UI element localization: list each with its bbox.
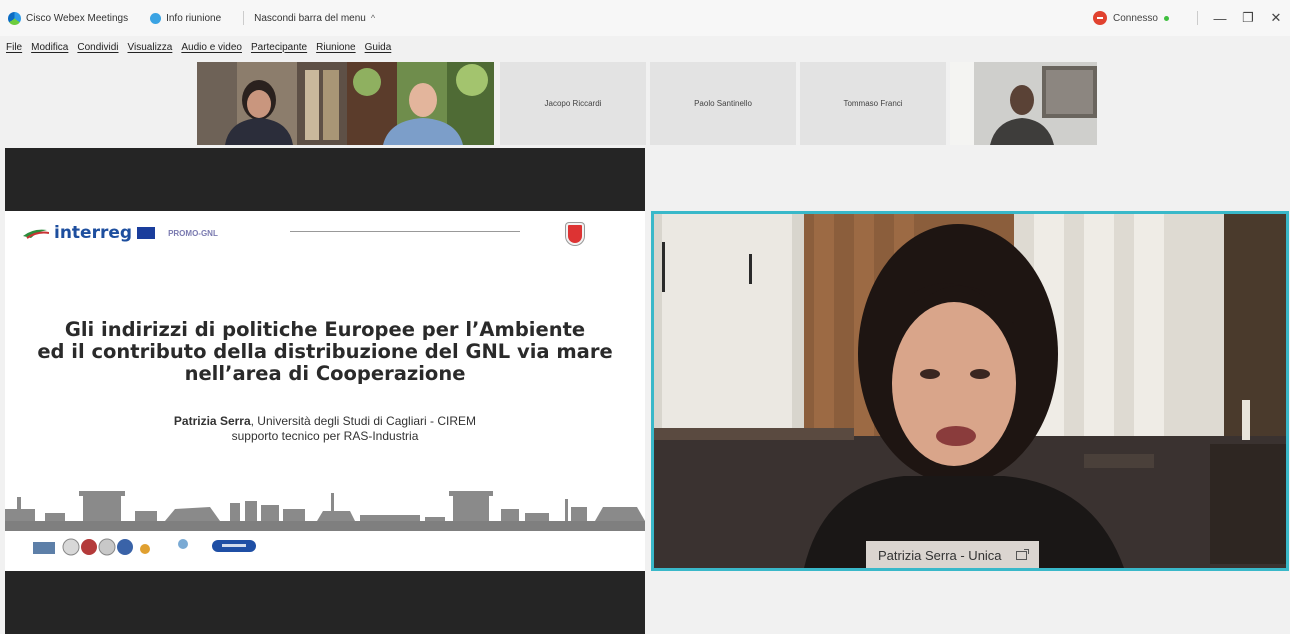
slide-title-line-1: Gli indirizzi di politiche Europee per l… [64, 318, 586, 341]
title-bar: Cisco Webex Meetings Info riunione Nasco… [0, 0, 1290, 36]
menu-visualizza[interactable]: Visualizza [128, 42, 173, 53]
app-title: Cisco Webex Meetings [8, 11, 129, 25]
participant-video-1[interactable] [197, 62, 347, 145]
meeting-info-button[interactable]: Info riunione [150, 12, 222, 24]
popout-icon[interactable] [1015, 548, 1029, 560]
connection-indicator-icon [1164, 15, 1169, 21]
menu-bar: File Modifica Condividi Visualizza Audio… [0, 36, 400, 58]
menu-partecipante[interactable]: Partecipante [251, 42, 307, 53]
connection-label: Connesso [1112, 12, 1158, 24]
menu-riunione[interactable]: Riunione [316, 42, 355, 53]
menu-file[interactable]: File [6, 42, 22, 53]
window-controls-divider [1197, 11, 1198, 25]
minimize-button[interactable]: — [1206, 11, 1234, 26]
eu-flag-icon [137, 227, 156, 239]
slide-title-line-2: ed il contributo della distribuzione del… [37, 340, 613, 363]
author-affiliation: , Università degli Studi di Cagliari - C… [250, 414, 477, 428]
menu-modifica[interactable]: Modifica [31, 42, 68, 53]
menu-audio-video[interactable]: Audio e video [181, 42, 242, 53]
partner-logos [33, 538, 188, 556]
shared-slide[interactable]: interreg PROMO-GNL Gli indirizzi di poli… [5, 211, 645, 571]
active-speaker-image [654, 214, 1286, 568]
menu-guida[interactable]: Guida [365, 42, 392, 53]
participant-video-1-image [197, 62, 347, 145]
webex-logo-icon [8, 11, 21, 25]
connection-status[interactable]: Connesso [1092, 11, 1169, 25]
leave-meeting-icon [1092, 11, 1107, 25]
participant-video-2[interactable] [347, 62, 494, 145]
shared-content-letterbox-top [5, 148, 645, 211]
chevron-up-icon: ^ [370, 13, 376, 23]
participant-video-3[interactable] [950, 62, 1097, 145]
restore-button[interactable]: ❐ [1234, 10, 1262, 26]
project-name: PROMO-GNL [168, 228, 218, 238]
harbor-skyline-illustration [5, 491, 645, 531]
header-divider [290, 231, 520, 232]
sardinia-seal-icon [566, 223, 584, 245]
slide-author: Patrizia Serra, Università degli Studi d… [5, 414, 645, 444]
participant-tile-tommaso[interactable]: Tommaso Franci [800, 62, 946, 145]
participant-tile-paolo[interactable]: Paolo Santinello [650, 62, 796, 145]
partner-badge-icon [212, 540, 256, 552]
participant-name: Tommaso Franci [843, 99, 903, 108]
active-speaker-name-tag: Patrizia Serra - Unica [866, 541, 1039, 568]
menu-condividi[interactable]: Condividi [77, 42, 118, 53]
author-name: Patrizia Serra [173, 414, 251, 428]
shared-content-letterbox-bottom [5, 571, 645, 634]
meeting-info-label: Info riunione [166, 12, 222, 24]
participant-video-2-image [347, 62, 494, 145]
title-separator [243, 11, 245, 25]
hide-menu-label: Nascondi barra del menu [254, 12, 366, 24]
active-speaker-video[interactable]: Patrizia Serra - Unica [651, 211, 1289, 571]
slide-title: Gli indirizzi di politiche Europee per l… [5, 319, 645, 385]
slide-title-line-3: nell’area di Cooperazione [184, 362, 466, 385]
close-button[interactable]: ✕ [1262, 10, 1290, 26]
participant-video-3-image [950, 62, 1097, 145]
interreg-swoosh-icon [23, 229, 49, 239]
participant-name: Paolo Santinello [694, 99, 752, 108]
author-role: supporto tecnico per RAS-Industria [231, 429, 419, 443]
hide-menu-bar-button[interactable]: Nascondi barra del menu ^ [254, 13, 375, 24]
active-speaker-name: Patrizia Serra - Unica [878, 547, 1002, 563]
interreg-brand: interreg [54, 223, 133, 243]
app-name: Cisco Webex Meetings [26, 12, 129, 24]
interreg-logo: interreg PROMO-GNL [23, 223, 218, 243]
participant-tile-jacopo[interactable]: Jacopo Riccardi [500, 62, 646, 145]
info-icon [150, 12, 162, 24]
participant-name: Jacopo Riccardi [544, 99, 602, 108]
